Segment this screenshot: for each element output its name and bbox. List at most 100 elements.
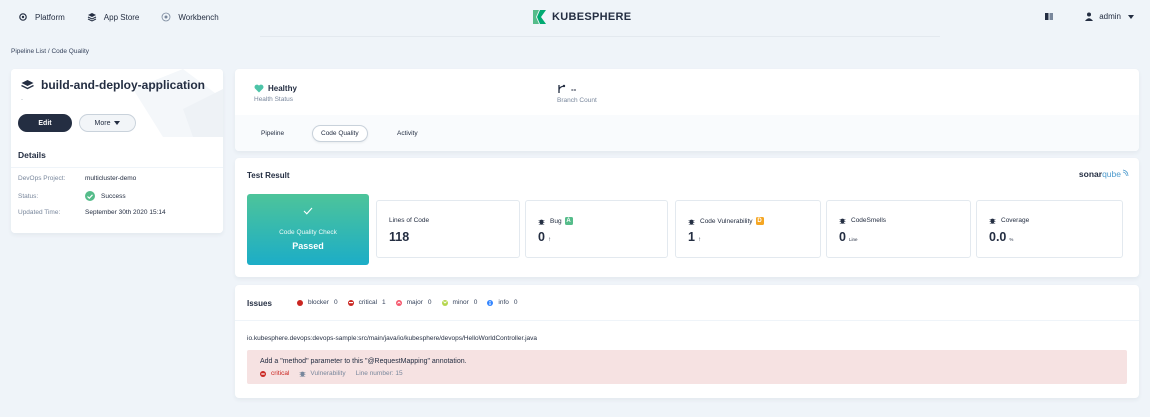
detail-value-status: Success: [85, 191, 126, 201]
bug-icon: [839, 218, 846, 224]
bug-icon: [299, 371, 306, 377]
heart-icon: [254, 84, 264, 93]
legend-count: 0: [513, 299, 518, 306]
nav-right: admin: [1045, 12, 1134, 21]
summary-card: Healthy Health Status -- Branch Count Pi…: [235, 69, 1139, 151]
issue-message: Add a "method" parameter to this "@Reque…: [260, 358, 467, 365]
metric-code-smells: CodeSmells 0 Line: [826, 200, 971, 258]
detail-value: September 30th 2020 15:14: [85, 209, 166, 216]
logo-text: KUBESPHERE: [552, 11, 632, 23]
metric-label: Coverage: [1001, 217, 1030, 224]
quality-check-result: Passed: [292, 241, 324, 251]
metric-value-row: 1 ↑: [688, 230, 701, 244]
minor-icon: [441, 299, 448, 306]
metric-value: 0: [538, 230, 545, 244]
details-divider: [11, 167, 223, 168]
metric-lines-of-code: Lines of Code 118: [376, 200, 520, 258]
details-title: Details: [18, 150, 46, 160]
nav-platform-label: Platform: [35, 12, 65, 22]
nav-app-store[interactable]: App Store: [87, 12, 139, 22]
issue-file-path: io.kubesphere.devops:devops-sample:src/m…: [247, 335, 538, 342]
kubesphere-logo-icon: [533, 10, 546, 24]
nav-platform[interactable]: Platform: [18, 12, 65, 22]
metric-bug: Bug A 0 ↑: [525, 200, 668, 258]
issues-divider: [235, 320, 1139, 321]
branch-value: --: [571, 84, 577, 94]
top-navigation: Platform App Store Workbench KUBESPHERE …: [0, 0, 1150, 36]
legend-count: 0: [333, 299, 338, 306]
bug-icon: [538, 219, 545, 225]
grade-badge: A: [564, 217, 573, 225]
legend-label: minor: [452, 299, 469, 306]
user-name[interactable]: admin: [1099, 12, 1121, 21]
detail-key: DevOps Project:: [18, 175, 66, 182]
breadcrumb[interactable]: Pipeline List / Code Quality: [11, 48, 89, 55]
metric-value-row: 0.0 %: [989, 230, 1013, 244]
issue-type-text: Vulnerability: [310, 370, 346, 377]
metric-label: CodeSmells: [851, 217, 887, 224]
detail-key: Updated Time:: [18, 209, 61, 216]
metric-value: 118: [389, 230, 410, 244]
health-value: Healthy: [268, 84, 297, 93]
metric-label-row: Coverage: [989, 217, 1029, 224]
nav-left: Platform App Store Workbench: [18, 12, 241, 22]
gear-icon: [18, 12, 28, 22]
sonarqube-waves-icon: [1122, 169, 1129, 177]
qube-text: qube: [1102, 169, 1121, 179]
user-icon: [1085, 12, 1094, 21]
health-status: Healthy Health Status: [254, 84, 297, 103]
kubesphere-logo[interactable]: KUBESPHERE: [531, 9, 631, 25]
documentation-icon[interactable]: [1045, 13, 1054, 20]
pipeline-info-card: build-and-deploy-application - Edit More…: [11, 69, 223, 233]
detail-key: Status:: [18, 192, 39, 200]
trend-up-icon: ↑: [697, 237, 701, 243]
issues-title: Issues: [247, 299, 272, 308]
details-section: Details DevOps Project: multicluster-dem…: [11, 137, 223, 233]
nav-divider: [260, 36, 940, 37]
summary-stats: Healthy Health Status -- Branch Count: [235, 69, 1139, 115]
issue-line-number: Line number: 15: [355, 370, 403, 377]
critical-icon: [347, 299, 354, 306]
chevron-down-icon[interactable]: [1128, 14, 1134, 19]
tab-pipeline[interactable]: Pipeline: [253, 125, 292, 142]
metric-value: 0.0: [989, 230, 1007, 244]
metric-label-row: Code Vulnerability D: [688, 217, 764, 225]
nav-workbench[interactable]: Workbench: [161, 12, 219, 22]
metric-coverage: Coverage 0.0 %: [976, 200, 1123, 258]
metric-unit: Line: [848, 237, 858, 242]
nav-workbench-label: Workbench: [178, 12, 219, 22]
bug-icon: [688, 219, 695, 225]
legend-blocker: blocker 0: [297, 299, 338, 306]
tab-code-quality[interactable]: Code Quality: [312, 125, 368, 142]
bug-icon: [989, 218, 996, 224]
app-store-icon: [87, 12, 97, 22]
legend-info: info 0: [487, 299, 518, 306]
tabs-bar: Pipeline Code Quality Activity: [235, 115, 1139, 151]
pipeline-name: build-and-deploy-application: [41, 78, 205, 92]
branch-icon: [558, 84, 566, 93]
metric-label-row: CodeSmells: [839, 217, 886, 224]
metric-code-vulnerability: Code Vulnerability D 1 ↑: [675, 200, 821, 258]
detail-row-project: DevOps Project: multicluster-demo: [18, 175, 136, 182]
metric-label: Code Vulnerability: [700, 217, 753, 225]
branch-count: -- Branch Count: [557, 84, 597, 105]
legend-count: 1: [382, 299, 386, 306]
metric-label: Bug: [550, 217, 562, 225]
issue-meta: critical Vulnerability Line number: 15: [260, 370, 403, 377]
sonarqube-logo[interactable]: sonar qube: [1079, 169, 1129, 179]
grade-badge: D: [755, 217, 764, 225]
metric-label-row: Bug A: [538, 217, 573, 225]
tab-activity[interactable]: Activity: [389, 125, 426, 142]
edit-button[interactable]: Edit: [18, 114, 72, 132]
health-label: Health Status: [254, 96, 294, 103]
check-icon: [303, 207, 313, 215]
more-button[interactable]: More: [79, 114, 136, 132]
test-result-title: Test Result: [247, 171, 290, 180]
issue-item[interactable]: Add a "method" parameter to this "@Reque…: [247, 350, 1127, 384]
metric-value: 0: [839, 230, 846, 244]
issue-type: Vulnerability: [299, 370, 346, 377]
metric-value-row: 0 ↑: [538, 230, 551, 244]
more-button-label: More: [94, 119, 111, 127]
legend-label: info: [498, 299, 509, 306]
major-icon: [395, 299, 402, 306]
